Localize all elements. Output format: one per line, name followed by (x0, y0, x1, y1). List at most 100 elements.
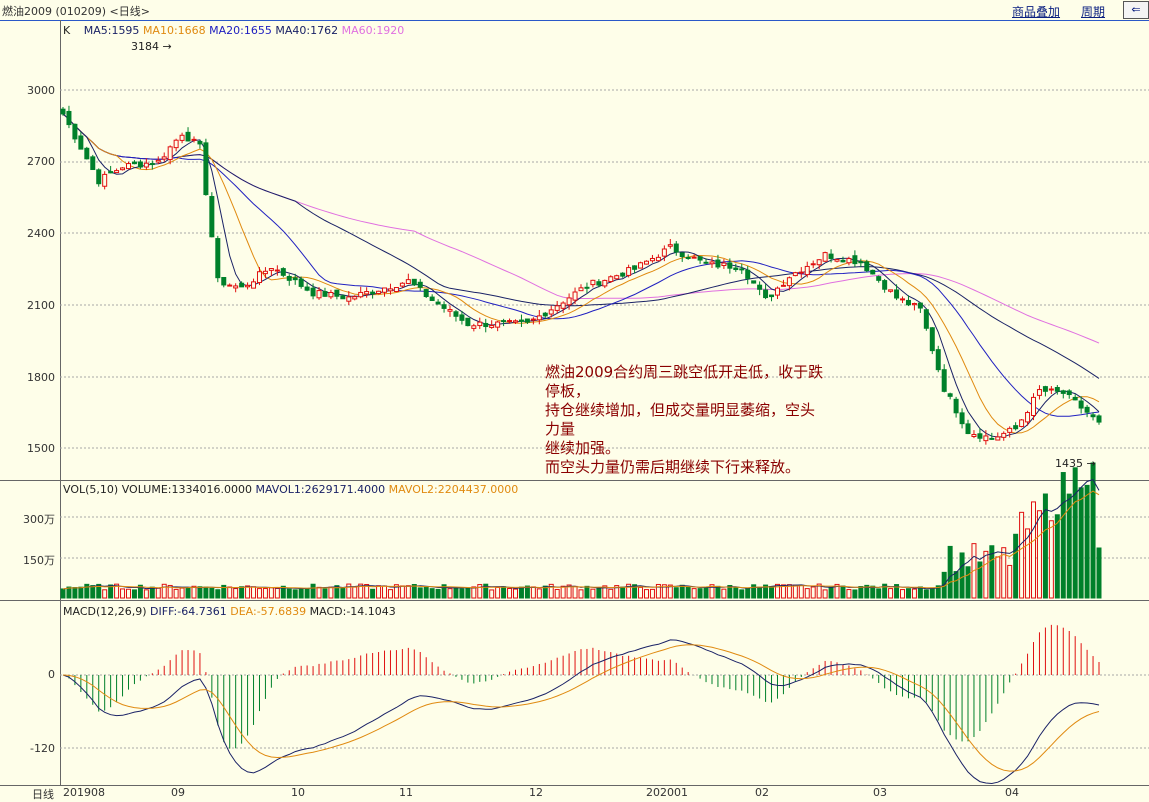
ma40-legend: MA40:1762 (275, 24, 339, 37)
candle-body (727, 262, 733, 269)
candle-body (256, 271, 262, 284)
candle-body (125, 163, 131, 170)
volume-bar (1060, 472, 1066, 599)
volume-bar (840, 585, 846, 599)
candle-body (715, 259, 721, 268)
volume-bar (804, 588, 810, 599)
volume-bar (590, 588, 596, 599)
candle-body (191, 138, 197, 141)
volume-bar (209, 587, 215, 599)
volume-bar (560, 585, 566, 599)
candle-body (364, 291, 370, 295)
volume-bar (947, 545, 953, 599)
candle-body (292, 277, 298, 281)
candle-body (239, 282, 245, 288)
x-tick-02: 02 (755, 786, 769, 799)
candle-body (1054, 387, 1060, 392)
high-marker-label: 3184 → (131, 40, 172, 53)
candle-body (560, 302, 566, 309)
volume-bar (447, 588, 453, 599)
candle-body (1084, 406, 1090, 413)
candle-body (638, 262, 644, 269)
candle-body (524, 318, 530, 323)
candle-body (489, 325, 495, 328)
candle-body (167, 146, 173, 161)
volume-bar (405, 585, 411, 599)
candle-body (691, 256, 697, 259)
candle-body (816, 259, 822, 266)
candle-body (763, 289, 769, 299)
volume-bar (1096, 547, 1102, 599)
volume-bar (227, 586, 233, 599)
volume-bar (173, 588, 179, 599)
volume-bar (90, 585, 96, 599)
volume-bar (721, 588, 727, 599)
candle-body (709, 261, 715, 265)
candle-body (441, 304, 447, 309)
y-tick-1800: 1800 (27, 371, 55, 384)
candle-body (340, 295, 346, 300)
volume-bar (328, 586, 334, 599)
volume-bar (304, 587, 310, 599)
candle-body (245, 284, 251, 288)
candle-body (78, 135, 84, 150)
candle-body (1025, 412, 1031, 423)
volume-bar (572, 585, 578, 599)
candle-body (900, 298, 906, 301)
mavol2-value: MAVOL2:2204437.0000 (388, 483, 519, 496)
candle-body (179, 134, 185, 141)
volume-bar (554, 588, 560, 599)
volume-bar (417, 587, 423, 599)
candle-body (268, 268, 274, 271)
candle-body (643, 260, 649, 265)
volume-bar (578, 589, 584, 599)
volume-bar (185, 587, 191, 599)
candle-body (1090, 414, 1096, 418)
volume-bar (917, 586, 923, 599)
volume-bar (1007, 564, 1013, 599)
volume-bar (673, 587, 679, 599)
candle-body (102, 173, 108, 187)
volume-bar (703, 586, 709, 599)
candle-body (1072, 396, 1078, 401)
candle-body (286, 275, 292, 281)
candle-body (352, 296, 358, 300)
candle-body (215, 238, 221, 279)
volume-bar (685, 586, 691, 599)
candle-body (536, 315, 542, 321)
volume-bar (316, 586, 322, 599)
candle-body (1048, 388, 1054, 391)
candle-body (685, 256, 691, 259)
candle-body (1036, 389, 1042, 396)
candle-body (501, 320, 507, 323)
vol-label: VOL(5,10) (63, 483, 119, 496)
candle-body (453, 311, 459, 317)
volume-bar (459, 588, 465, 599)
y-tick-2100: 2100 (27, 299, 55, 312)
volume-bar (239, 586, 245, 599)
volume-bar (733, 587, 739, 599)
volume-bar (352, 586, 358, 599)
volume-bar (346, 583, 352, 599)
candle-body (596, 281, 602, 286)
candle-body (965, 423, 971, 435)
candle-body (411, 278, 417, 286)
volume-bar (959, 552, 965, 599)
volume-bar (584, 585, 590, 599)
candle-body (1078, 400, 1084, 409)
candle-body (203, 142, 209, 196)
candle-body (608, 276, 614, 283)
volume-bar (245, 585, 251, 599)
candle-body (471, 325, 477, 329)
period-label: 日线 (32, 788, 54, 801)
volume-bar (161, 583, 167, 599)
candle-body (614, 275, 620, 280)
volume-bar (620, 586, 626, 599)
candle-body (888, 289, 894, 292)
candle-body (1031, 396, 1037, 416)
volume-bar (1090, 462, 1096, 599)
candle-body (209, 196, 215, 238)
volume-bar (125, 588, 131, 599)
macd-value: MACD:-14.1043 (309, 605, 396, 618)
volume-bar (495, 586, 501, 599)
